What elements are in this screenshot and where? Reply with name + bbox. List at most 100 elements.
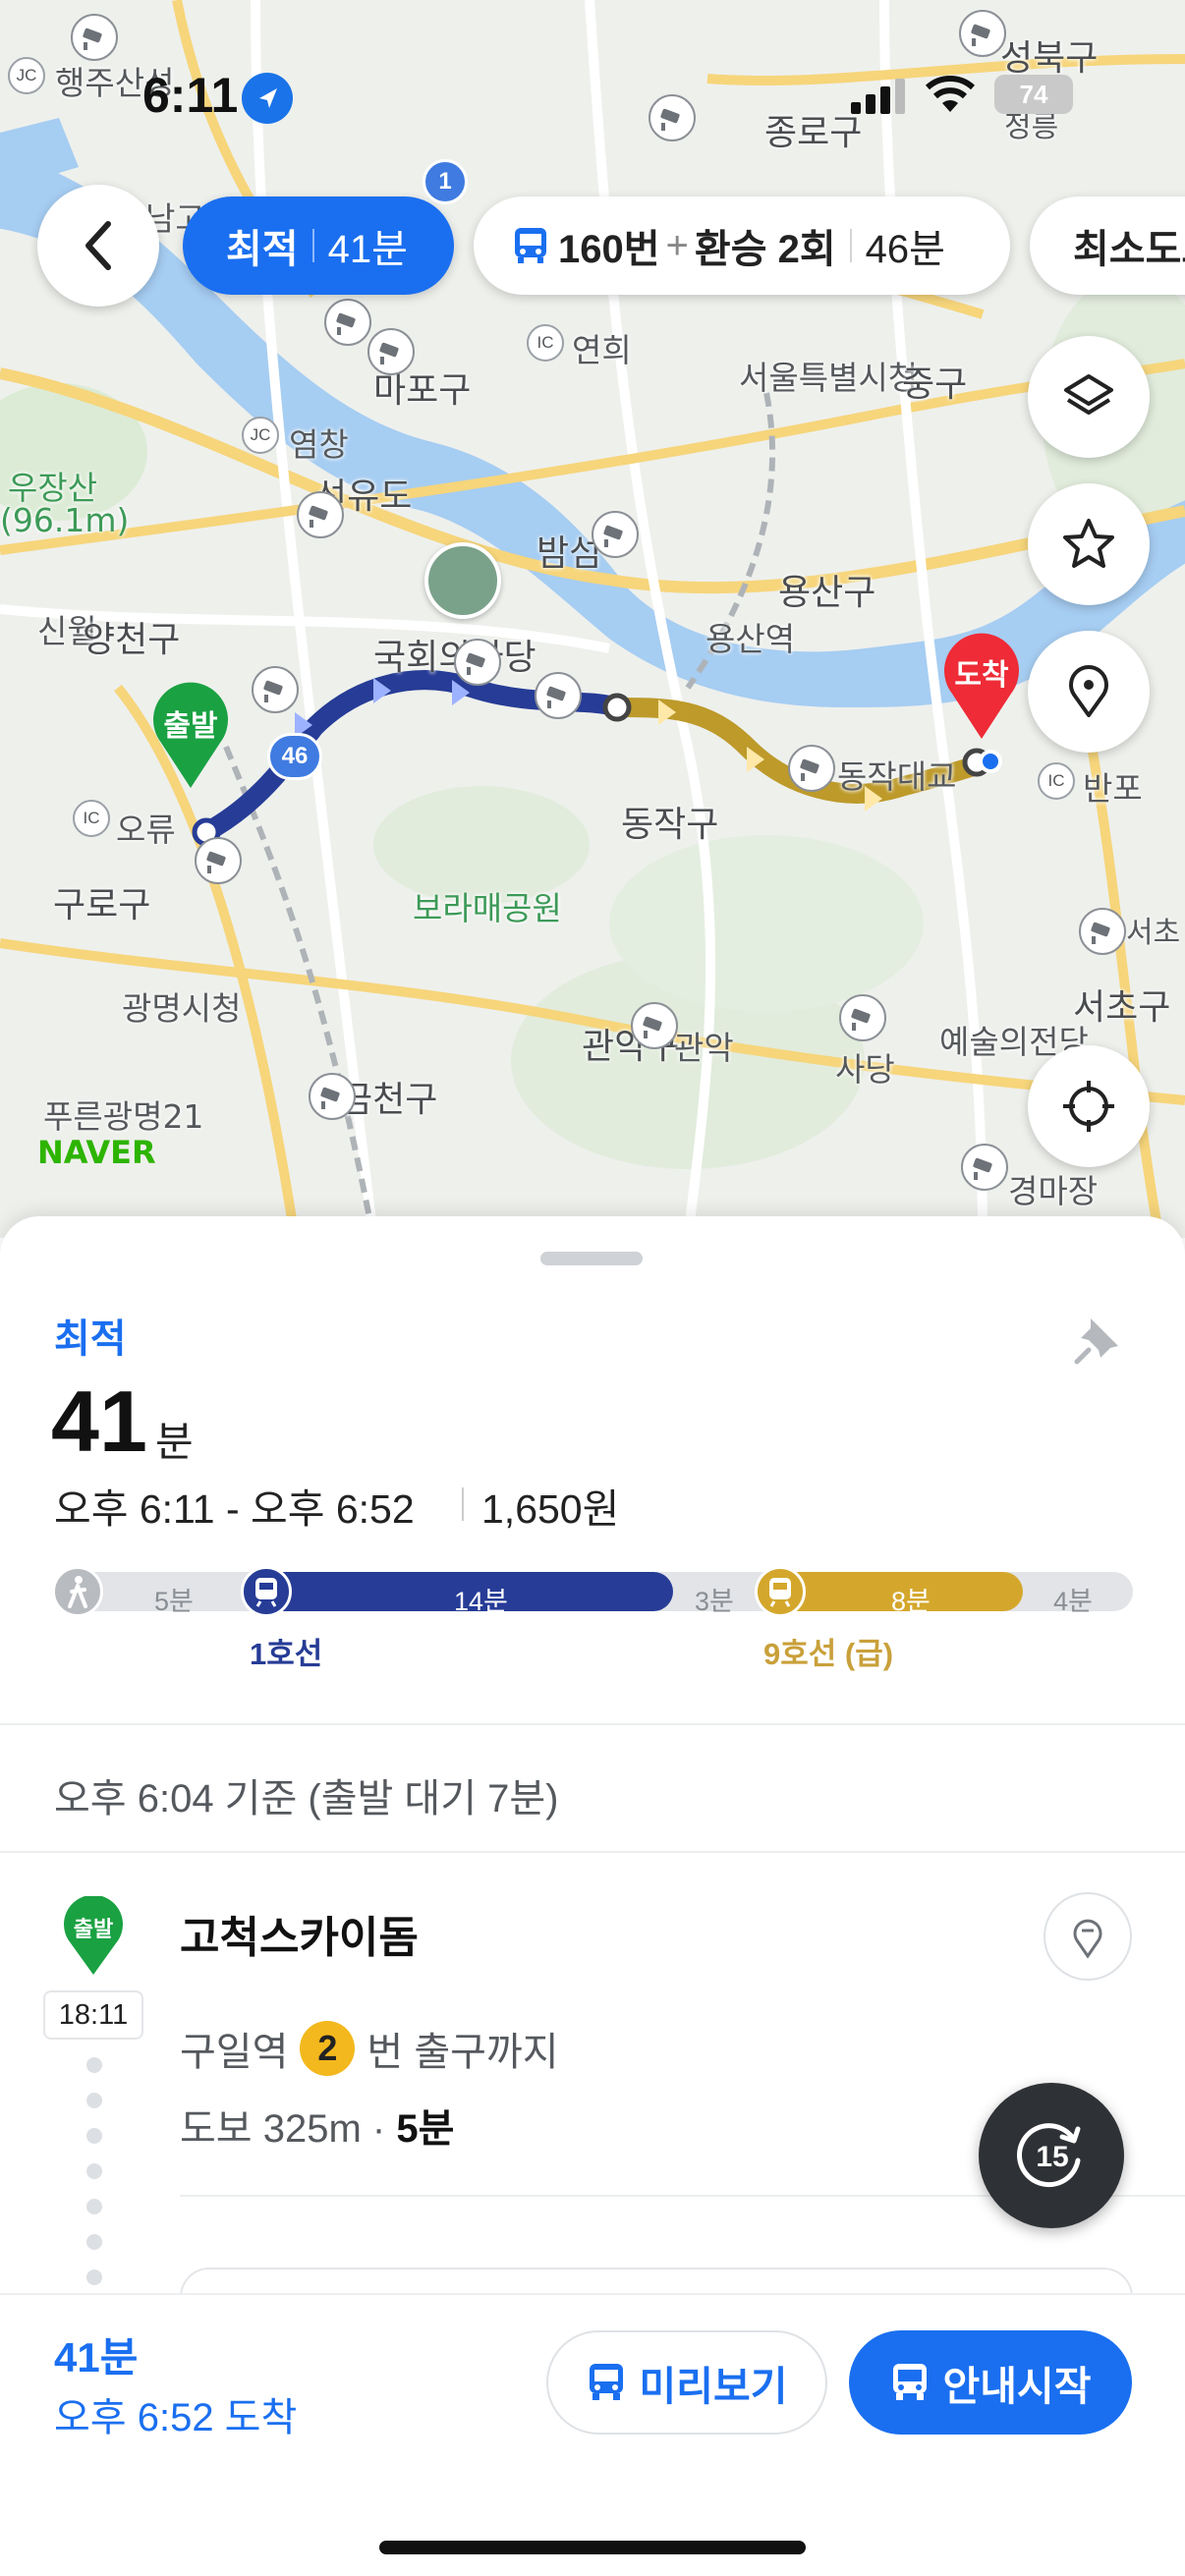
start-pin-label: 출발 — [73, 1917, 114, 1941]
rewind-15-icon: 15 — [1017, 2123, 1081, 2188]
map-view[interactable]: 행주산성 성북구 종로구 정릉 남고양 연희 서울특별시청 중구 마포구 염창 … — [0, 0, 1185, 1238]
map-label: 보라매공원 — [413, 889, 562, 927]
timeline-dot — [86, 2128, 102, 2144]
landmark-icon[interactable] — [424, 542, 501, 619]
timeline-dot — [86, 2093, 102, 2108]
home-indicator[interactable] — [379, 2541, 806, 2554]
status-time: 6:11 — [142, 68, 239, 123]
tab-optimal[interactable]: 최적 41분 — [183, 196, 454, 295]
star-icon — [1063, 519, 1114, 568]
wifi-icon — [924, 75, 977, 119]
bus-icon — [892, 2364, 927, 2400]
line9-label: 9호선 (급) — [763, 1637, 894, 1671]
map-label: 구로구 — [53, 885, 151, 925]
end-marker[interactable]: 도착 — [939, 631, 1024, 741]
timeline-dot — [86, 2234, 102, 2250]
cctv-icon[interactable] — [649, 94, 696, 141]
station-name: 구일역 — [180, 2031, 289, 2074]
map-label: 반포 — [1083, 769, 1143, 808]
map-label: 동작대교 — [837, 757, 957, 796]
map-label: 푸른광명21 — [43, 1097, 204, 1136]
my-location-button[interactable] — [1028, 1045, 1150, 1167]
back-button[interactable] — [37, 185, 159, 307]
segment-walk3-time: 4분 — [1053, 1587, 1093, 1616]
signal-icon — [851, 79, 906, 119]
cctv-icon[interactable] — [324, 299, 371, 346]
cctv-icon[interactable] — [367, 328, 415, 375]
cctv-icon[interactable] — [961, 1144, 1008, 1191]
tab-optimal-type: 최적 — [226, 228, 299, 271]
cctv-icon[interactable] — [297, 491, 344, 538]
route-type-label: 최적 — [54, 1317, 127, 1361]
map-label: 오류 — [116, 811, 176, 849]
place-locate-button[interactable] — [1044, 1892, 1132, 1981]
tab-bus-number: 160번 — [558, 228, 660, 271]
cctv-icon[interactable] — [788, 745, 835, 792]
map-label: 성북구 — [1000, 38, 1099, 79]
pushpin-icon — [1074, 1318, 1118, 1365]
ic-badge: IC — [1038, 762, 1075, 800]
start-place-name[interactable]: 고척스카이돔 — [180, 1902, 419, 1965]
cctv-icon[interactable] — [839, 994, 886, 1041]
cctv-icon[interactable] — [195, 837, 242, 884]
place-button[interactable] — [1028, 631, 1150, 753]
cctv-icon[interactable] — [309, 1073, 356, 1120]
replay-15-button[interactable]: 15 — [979, 2083, 1124, 2228]
map-label: 서울특별시청 — [739, 359, 919, 397]
train-icon — [241, 1566, 292, 1617]
map-label: 종로구 — [764, 113, 863, 153]
bottom-action-bar: 41분 오후 6:52 도착 미리보기 안내시작 — [0, 2293, 1185, 2576]
start-time: 18:11 — [43, 1990, 143, 2040]
line1-label: 1호선 — [250, 1637, 323, 1671]
cctv-icon[interactable] — [592, 511, 639, 558]
ic-badge: IC — [73, 800, 110, 837]
timeline-dot — [86, 2163, 102, 2179]
map-label: 관악 — [674, 1029, 734, 1067]
segment-bar — [54, 1572, 1133, 1611]
map-label: 중구 — [902, 364, 968, 405]
start-marker[interactable]: 출발 — [149, 682, 232, 790]
map-label: 사당 — [835, 1050, 895, 1089]
start-guide-label: 안내시작 — [942, 2364, 1092, 2409]
tab-bus-route[interactable]: 160번 + 환승 2회 46분 — [474, 196, 1010, 295]
divider — [0, 1851, 1185, 1853]
map-label: 염창 — [289, 425, 349, 464]
favorite-button[interactable] — [1028, 483, 1150, 605]
bus-icon — [589, 2364, 623, 2400]
duration-unit: 분 — [155, 1419, 194, 1465]
jc-badge: JC — [8, 57, 45, 94]
tab-min-walk[interactable]: 최소도보 — [1030, 196, 1185, 295]
layers-button[interactable] — [1028, 336, 1150, 458]
segment-line9-time: 8분 — [891, 1587, 931, 1616]
walk-icon — [52, 1566, 103, 1617]
map-label: (96.1m) — [0, 501, 130, 539]
preview-button[interactable]: 미리보기 — [546, 2330, 827, 2435]
cctv-icon[interactable] — [631, 1002, 678, 1049]
sheet-handle[interactable] — [540, 1252, 643, 1265]
replay-label: 15 — [1036, 2141, 1068, 2173]
segment-line1-time: 14분 — [454, 1587, 508, 1616]
start-guide-button[interactable]: 안내시작 — [849, 2330, 1132, 2435]
ic-badge: IC — [527, 324, 564, 362]
map-label: 연희 — [572, 331, 632, 369]
cctv-icon[interactable] — [959, 10, 1006, 57]
cctv-icon[interactable] — [454, 639, 501, 686]
chevron-left-icon — [85, 221, 111, 270]
cctv-icon[interactable] — [535, 672, 582, 719]
cctv-icon[interactable] — [1079, 908, 1126, 955]
map-label: 광명시청 — [122, 989, 242, 1028]
exit-suffix: 번 출구까지 — [367, 2031, 559, 2074]
naver-logo: NAVER — [37, 1134, 156, 1171]
timeline-dot — [86, 2269, 102, 2285]
layers-icon — [1064, 374, 1113, 415]
reference-time: 오후 6:04 기준 (출발 대기 7분) — [54, 1777, 559, 1820]
walk-time: 5분 — [396, 2107, 455, 2151]
map-label: 양천구 — [83, 620, 181, 660]
pin-button[interactable] — [1071, 1313, 1126, 1368]
cctv-icon[interactable] — [71, 14, 118, 61]
summary-arrival: 오후 6:52 도착 — [54, 2396, 298, 2439]
road-badge: 46 — [267, 733, 322, 780]
preview-label: 미리보기 — [639, 2364, 788, 2409]
timeline-dot — [86, 2199, 102, 2214]
cctv-icon[interactable] — [252, 666, 299, 713]
